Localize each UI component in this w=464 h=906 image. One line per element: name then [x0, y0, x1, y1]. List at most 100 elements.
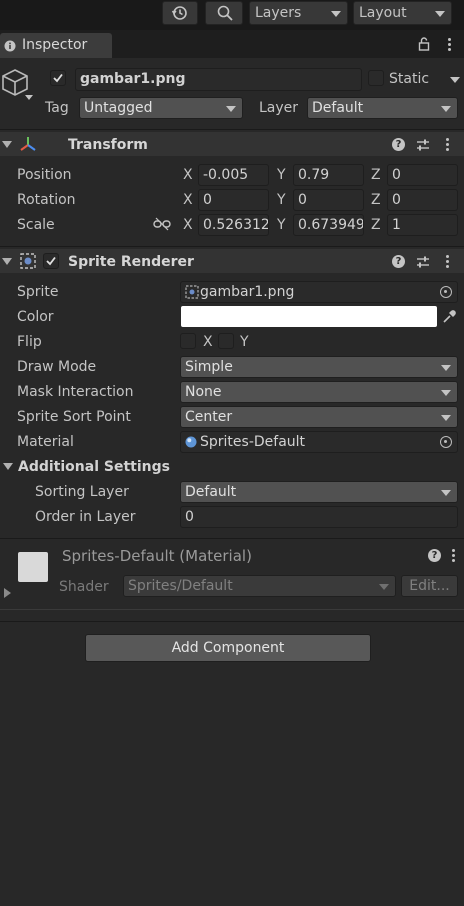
chevron-down-icon [331, 11, 341, 17]
color-label: Color [17, 309, 54, 325]
object-picker-icon[interactable] [440, 286, 452, 298]
tab-menu-icon[interactable] [448, 38, 451, 51]
help-icon[interactable]: ? [392, 138, 405, 151]
layer-dropdown[interactable]: Default [307, 97, 458, 119]
order-in-layer-value: 0 [185, 509, 194, 525]
lock-icon[interactable] [418, 37, 430, 51]
scale-z-value: 1 [392, 217, 401, 233]
position-y-label[interactable]: Y [277, 166, 286, 184]
layers-dropdown[interactable]: Layers [249, 1, 348, 25]
search-button[interactable] [205, 1, 243, 25]
presets-sliders-icon[interactable] [416, 255, 430, 269]
sorting-layer-value: Default [185, 484, 237, 500]
shader-edit-button[interactable]: Edit... [401, 575, 458, 597]
scale-z-field[interactable]: 1 [387, 214, 458, 236]
position-z-label[interactable]: Z [371, 166, 381, 184]
flip-y-toggle[interactable] [218, 333, 234, 349]
sorting-layer-dropdown[interactable]: Default [180, 481, 458, 503]
order-in-layer-label: Order in Layer [35, 509, 136, 525]
chevron-down-icon [226, 106, 236, 112]
foldout-arrow-icon[interactable] [3, 463, 13, 470]
tab-label: Inspector [22, 37, 88, 53]
foldout-arrow-icon[interactable] [2, 258, 12, 265]
scale-x-label[interactable]: X [183, 216, 193, 234]
order-in-layer-field[interactable]: 0 [180, 506, 458, 528]
draw-mode-dropdown[interactable]: Simple [180, 356, 458, 378]
rotation-y-field[interactable]: 0 [293, 189, 364, 211]
rotation-z-field[interactable]: 0 [387, 189, 458, 211]
position-y-value: 0.79 [298, 167, 330, 183]
static-chevron-down-icon[interactable] [450, 77, 460, 83]
flip-x-label: X [203, 334, 213, 350]
shader-label: Shader [59, 579, 109, 595]
rotation-x-field[interactable]: 0 [198, 189, 269, 211]
object-name-field[interactable]: gambar1.png [75, 68, 362, 91]
chevron-down-icon [441, 106, 451, 112]
history-icon [171, 6, 187, 20]
active-toggle[interactable] [50, 70, 66, 86]
sprite-renderer-icon [20, 253, 36, 269]
flip-x-toggle[interactable] [180, 333, 196, 349]
sort-point-value: Center [185, 409, 233, 425]
layer-label: Layer [259, 100, 299, 116]
component-menu-icon[interactable] [446, 255, 449, 268]
help-icon[interactable]: ? [392, 255, 405, 268]
chevron-down-icon [379, 584, 389, 590]
layers-label: Layers [255, 5, 302, 21]
material-sphere-icon [185, 436, 197, 448]
shader-dropdown[interactable]: Sprites/Default [123, 575, 396, 597]
chevron-down-icon [441, 415, 451, 421]
scale-x-value: 0.526312 [203, 217, 269, 233]
mask-interaction-dropdown[interactable]: None [180, 381, 458, 403]
layer-value: Default [312, 100, 364, 116]
history-button[interactable] [162, 1, 198, 25]
scale-y-label[interactable]: Y [277, 216, 286, 234]
rotation-y-label[interactable]: Y [277, 191, 286, 209]
object-name-value: gambar1.png [80, 71, 186, 87]
shader-edit-label: Edit... [409, 578, 450, 594]
position-x-value: -0.005 [203, 167, 249, 183]
help-icon[interactable]: ? [428, 549, 441, 562]
shader-value: Sprites/Default [128, 578, 233, 594]
scale-x-field[interactable]: 0.526312 [198, 214, 269, 236]
cube-icon [2, 69, 28, 96]
layout-dropdown[interactable]: Layout [353, 1, 452, 25]
position-x-label[interactable]: X [183, 166, 193, 184]
chevron-down-icon [441, 390, 451, 396]
color-swatch[interactable] [181, 306, 437, 327]
unlinked-chain-icon[interactable] [153, 217, 171, 231]
sort-point-dropdown[interactable]: Center [180, 406, 458, 428]
search-icon [217, 5, 233, 21]
sprite-object-field[interactable]: gambar1.png [180, 281, 458, 303]
rotation-y-value: 0 [298, 192, 307, 208]
material-title: Sprites-Default (Material) [62, 547, 252, 565]
tab-inspector[interactable]: Inspector [0, 33, 112, 58]
foldout-arrow-icon[interactable] [4, 588, 11, 598]
additional-settings-foldout[interactable]: Additional Settings [18, 458, 170, 476]
chevron-down-icon[interactable] [25, 95, 33, 100]
tag-label: Tag [45, 100, 69, 116]
flip-label: Flip [17, 334, 42, 350]
eyedropper-icon[interactable] [441, 309, 457, 325]
presets-sliders-icon[interactable] [416, 138, 430, 152]
checkmark-icon [53, 73, 63, 83]
rotation-x-label[interactable]: X [183, 191, 193, 209]
position-x-field[interactable]: -0.005 [198, 164, 269, 186]
position-y-field[interactable]: 0.79 [293, 164, 364, 186]
scale-z-label[interactable]: Z [371, 216, 381, 234]
foldout-arrow-icon[interactable] [2, 141, 12, 148]
info-icon [4, 40, 16, 52]
component-menu-icon[interactable] [446, 138, 449, 151]
material-object-field[interactable]: Sprites-Default [180, 431, 458, 453]
rotation-z-label[interactable]: Z [371, 191, 381, 209]
sprite-renderer-enabled-toggle[interactable] [43, 253, 59, 269]
add-component-button[interactable]: Add Component [85, 634, 371, 662]
static-toggle[interactable] [368, 70, 384, 86]
tag-dropdown[interactable]: Untagged [79, 97, 243, 119]
object-picker-icon[interactable] [440, 436, 452, 448]
rotation-label: Rotation [17, 192, 76, 208]
material-menu-icon[interactable] [452, 549, 455, 562]
scale-y-field[interactable]: 0.673949 [293, 214, 364, 236]
material-preview-swatch [18, 552, 48, 582]
position-z-field[interactable]: 0 [387, 164, 458, 186]
